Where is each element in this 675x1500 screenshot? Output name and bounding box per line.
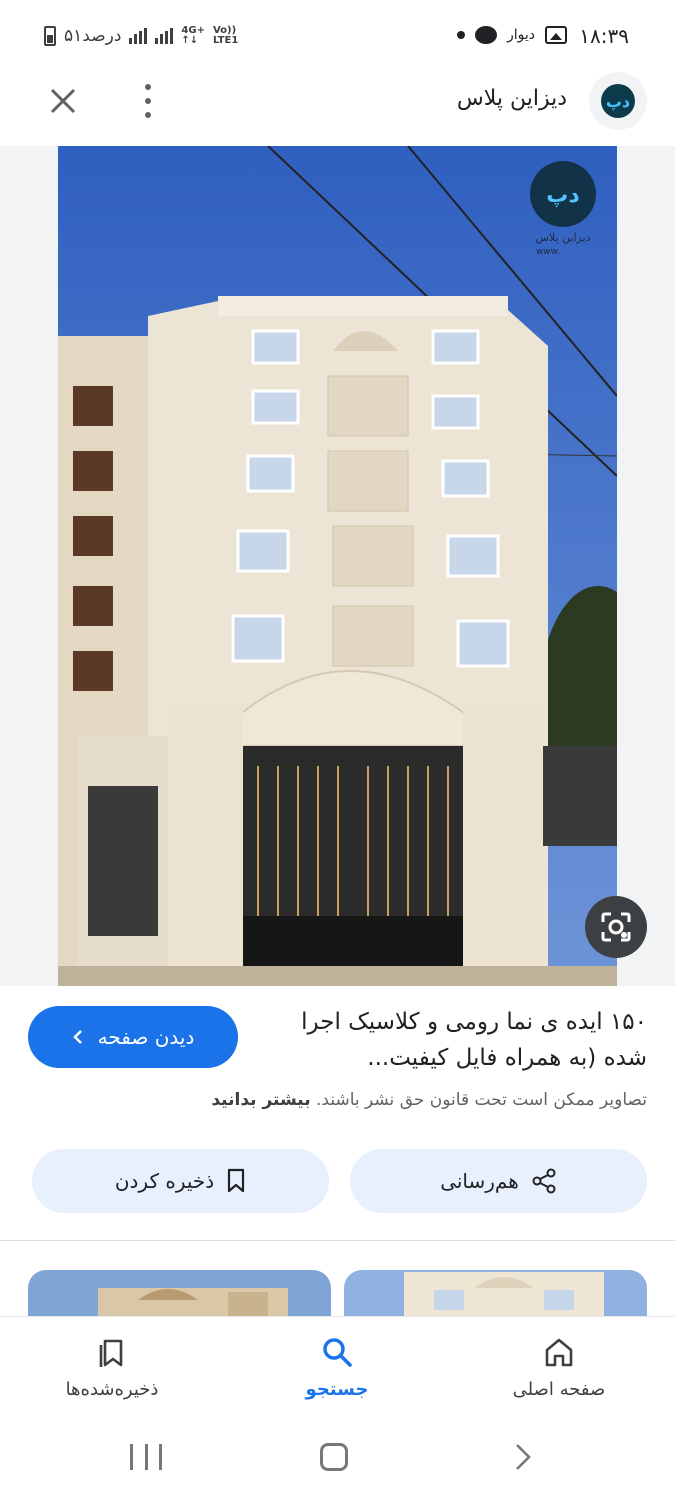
related-image [344, 1270, 647, 1318]
bookmark-icon [228, 1168, 245, 1193]
copyright-notice: تصاویر ممکن است تحت قانون حق نشر باشند. … [27, 1090, 647, 1110]
app-label: دیوار [506, 27, 535, 43]
nav-saved-label: ذخیره‌شده‌ها [65, 1379, 159, 1400]
site-name[interactable]: دیزاین پلاس [457, 86, 567, 111]
nav-search[interactable]: جستجو [247, 1335, 427, 1400]
home-icon [545, 1338, 573, 1367]
nav-home-label: صفحه اصلی [512, 1379, 606, 1400]
save-label: ذخیره کردن [114, 1169, 215, 1193]
status-system-icons: ۵۱درصد 4G+ ↑↓ Vo)) LTE1 [44, 26, 238, 46]
status-time: ۱۸:۳۹ [579, 24, 629, 48]
nav-search-label: جستجو [305, 1379, 369, 1400]
network-indicator: 4G+ ↑↓ [181, 26, 205, 46]
status-bar: ۱۸:۳۹ دیوار ۵۱درصد 4G+ ↑↓ Vo)) LTE1 [0, 0, 675, 72]
recent-apps-icon[interactable] [130, 1444, 162, 1470]
nav-saved[interactable]: ذخیره‌شده‌ها [22, 1335, 202, 1400]
learn-more-link[interactable]: بیشتر بدانید [211, 1090, 310, 1110]
result-title[interactable]: ۱۵۰ ایده ی نما رومی و کلاسیک اجرا شده (ب… [267, 1004, 647, 1076]
home-button-icon[interactable] [320, 1443, 348, 1471]
collections-icon [99, 1339, 123, 1367]
site-logo[interactable]: دپ [589, 72, 647, 130]
watermark-url: www. [536, 247, 560, 257]
nav-home[interactable]: صفحه اصلی [469, 1335, 649, 1400]
site-logo-icon: دپ [601, 84, 635, 118]
status-notification-icons: دیوار [456, 26, 567, 44]
notification-dot-icon [456, 31, 465, 39]
viewer-header: دپ دیزاین پلاس [0, 72, 675, 146]
related-image-thumbnail[interactable] [28, 1270, 331, 1318]
signal-icon [129, 28, 148, 44]
close-icon[interactable] [46, 84, 80, 118]
section-divider [0, 1240, 675, 1241]
building-illustration: دپ دیزاین پلاس www. [58, 146, 617, 986]
lte-label: LTE1 [212, 35, 239, 46]
result-image[interactable]: دپ دیزاین پلاس www. [58, 146, 617, 986]
more-options-icon[interactable] [138, 84, 158, 118]
chevron-left-icon [72, 1030, 82, 1044]
bottom-navigation: صفحه اصلی جستجو ذخیره‌شده‌ها [0, 1316, 675, 1426]
data-arrows-icon: ↑↓ [181, 35, 199, 46]
related-image-thumbnail[interactable] [344, 1270, 647, 1318]
visit-page-label: دیدن صفحه [97, 1025, 195, 1049]
svg-text:دپ: دپ [546, 183, 579, 208]
lens-search-button[interactable] [585, 896, 647, 958]
related-image [28, 1270, 331, 1318]
battery-text: ۵۱درصد [64, 26, 122, 46]
gallery-icon [545, 26, 567, 44]
image-preview-area: دپ دیزاین پلاس www. [0, 146, 675, 986]
save-button[interactable]: ذخیره کردن [32, 1149, 329, 1213]
chat-icon [474, 26, 497, 44]
share-label: هم‌رسانی [440, 1169, 519, 1193]
watermark-text: دیزاین پلاس [535, 231, 590, 244]
share-button[interactable]: هم‌رسانی [350, 1149, 647, 1213]
copyright-text: تصاویر ممکن است تحت قانون حق نشر باشند. [310, 1090, 647, 1110]
volte-indicator: Vo)) LTE1 [213, 26, 238, 46]
lens-icon [601, 912, 631, 942]
battery-icon [44, 26, 56, 46]
share-icon [532, 1168, 556, 1194]
signal-icon [155, 28, 174, 44]
back-icon[interactable] [512, 1442, 534, 1472]
system-navigation-bar [0, 1426, 675, 1500]
search-icon [323, 1338, 352, 1367]
visit-page-button[interactable]: دیدن صفحه [28, 1006, 238, 1068]
